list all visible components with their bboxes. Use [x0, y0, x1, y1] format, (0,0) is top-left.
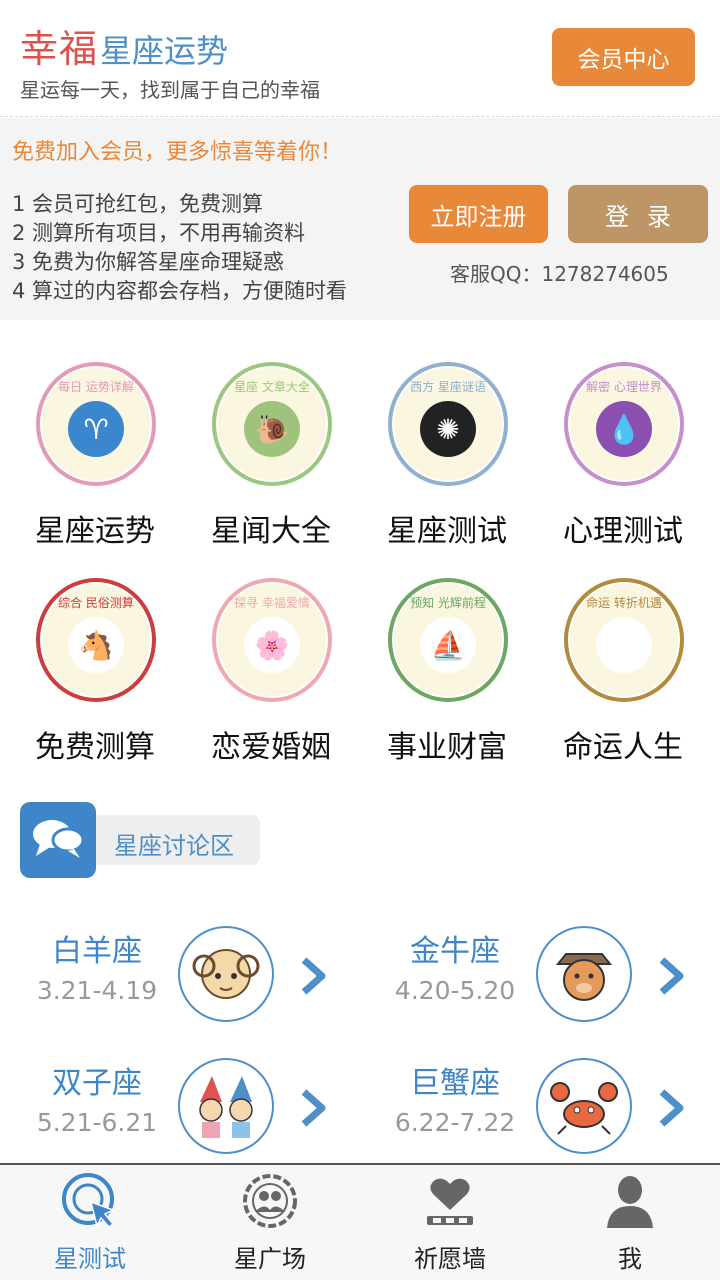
service-qq: 客服QQ：1278274605: [450, 262, 669, 286]
feature-free-reading[interactable]: 综合 民俗测算 🐴 免费测算: [0, 566, 176, 766]
feature-destiny-life[interactable]: 命运 转折机遇 ☸ 命运人生: [528, 566, 704, 766]
member-center-button[interactable]: 会员中心: [552, 28, 695, 86]
member-promo-title: 免费加入会员，更多惊喜等着你！: [12, 140, 343, 165]
feature-label: 星闻大全: [211, 514, 331, 549]
feature-medal: 星座 文章大全 🐌: [212, 362, 332, 486]
benefit-item: 2 测算所有项目，不用再输资料: [12, 221, 306, 245]
brand-sub-text: 星座运势: [100, 32, 229, 70]
tab-label: 我: [618, 1245, 642, 1273]
tab-wish-wall[interactable]: 祈愿墙: [360, 1165, 540, 1280]
heart-wall-icon: [420, 1171, 480, 1231]
tab-me[interactable]: 我: [540, 1165, 720, 1280]
feature-zodiac-test[interactable]: 西方 星座谜语 ✺ 星座测试: [352, 350, 528, 550]
login-button[interactable]: 登录: [568, 185, 708, 243]
zodiac-item-aries[interactable]: 白羊座 3.21-4.19: [22, 926, 362, 1036]
zodiac-dates: 3.21-4.19: [36, 976, 158, 1005]
feature-label: 命运人生: [563, 730, 683, 765]
zodiac-name: 白羊座: [52, 934, 142, 969]
app-header: 幸福 星座运势 星运每一天，找到属于自己的幸福 会员中心: [0, 0, 720, 117]
benefit-item: 1 会员可抢红包，免费测算: [12, 192, 264, 216]
medal-caption: 西方 星座谜语: [410, 380, 486, 394]
feature-medal: 综合 民俗测算 🐴: [36, 578, 156, 702]
feature-career-wealth[interactable]: 预知 光辉前程 ⛵ 事业财富: [352, 566, 528, 766]
benefit-item: 3 免费为你解答星座命理疑惑: [12, 250, 285, 274]
benefit-list: 1 会员可抢红包，免费测算 2 测算所有项目，不用再输资料 3 免费为你解答星座…: [12, 190, 347, 306]
feature-label: 心理测试: [563, 514, 683, 549]
ram-avatar: [178, 926, 274, 1022]
tab-label: 星广场: [234, 1245, 306, 1273]
feature-horoscope[interactable]: 每日 运势详解 ♈ 星座运势: [0, 350, 176, 550]
zodiac-dates: 4.20-5.20: [394, 976, 516, 1005]
medal-caption: 预知 光辉前程: [410, 596, 486, 610]
register-button[interactable]: 立即注册: [409, 185, 548, 243]
chevron-right-icon: [659, 1089, 684, 1127]
feature-label: 免费测算: [35, 730, 155, 765]
people-circle-icon: [240, 1171, 300, 1231]
tab-label: 祈愿墙: [414, 1245, 486, 1273]
tab-star-plaza[interactable]: 星广场: [180, 1165, 360, 1280]
zodiac-dates: 5.21-6.21: [36, 1108, 158, 1137]
medal-caption: 综合 民俗测算: [58, 596, 134, 610]
zodiac-item-cancer[interactable]: 巨蟹座 6.22-7.22: [380, 1058, 720, 1168]
brand-logo: 幸福 星座运势: [20, 18, 228, 73]
helm-wheel-icon: ☸: [596, 617, 652, 673]
zodiac-name: 双子座: [52, 1066, 142, 1101]
zodiac-dates: 6.22-7.22: [394, 1108, 516, 1137]
aries-icon: ♈: [68, 401, 124, 457]
feature-medal: 预知 光辉前程 ⛵: [388, 578, 508, 702]
feature-label: 星座运势: [35, 514, 155, 549]
zodiac-name: 金牛座: [410, 934, 500, 969]
feature-medal: 西方 星座谜语 ✺: [388, 362, 508, 486]
chat-bubbles-icon[interactable]: [20, 802, 96, 878]
flower-icon: 🌸: [244, 617, 300, 673]
feature-label: 星座测试: [387, 514, 507, 549]
zodiac-item-gemini[interactable]: 双子座 5.21-6.21: [22, 1058, 362, 1168]
bottom-navigation: 星测试 星广场 祈愿墙 我: [0, 1163, 720, 1280]
medal-caption: 解密 心理世界: [586, 380, 662, 394]
feature-medal: 命运 转折机遇 ☸: [564, 578, 684, 702]
target-cursor-icon: [60, 1171, 120, 1231]
feature-label: 事业财富: [387, 730, 507, 765]
purple-drop-icon: 💧: [596, 401, 652, 457]
member-promo-panel: 免费加入会员，更多惊喜等着你！ 1 会员可抢红包，免费测算 2 测算所有项目，不…: [0, 118, 720, 320]
feature-love-marriage[interactable]: 探寻 幸福爱情 🌸 恋爱婚姻: [176, 566, 352, 766]
brand-main-text: 幸福: [20, 27, 99, 71]
medal-caption: 命运 转折机遇: [586, 596, 662, 610]
tab-label: 星测试: [54, 1245, 126, 1273]
crab-avatar: [536, 1058, 632, 1154]
medal-caption: 探寻 幸福爱情: [234, 596, 310, 610]
zodiac-wheel-icon: ✺: [420, 401, 476, 457]
feature-medal: 探寻 幸福爱情 🌸: [212, 578, 332, 702]
horse-icon: 🐴: [68, 617, 124, 673]
tab-star-test[interactable]: 星测试: [0, 1165, 180, 1280]
user-icon: [600, 1171, 660, 1231]
sailboat-icon: ⛵: [420, 617, 476, 673]
medal-caption: 每日 运势详解: [58, 380, 134, 394]
chevron-right-icon: [301, 957, 326, 995]
discussion-label[interactable]: 星座讨论区: [114, 826, 234, 861]
slogan: 星运每一天，找到属于自己的幸福: [20, 78, 320, 102]
twins-avatar: [178, 1058, 274, 1154]
feature-psych-test[interactable]: 解密 心理世界 💧 心理测试: [528, 350, 704, 550]
medal-caption: 星座 文章大全: [234, 380, 310, 394]
chevron-right-icon: [659, 957, 684, 995]
benefit-item: 4 算过的内容都会存档，方便随时看: [12, 279, 348, 303]
zodiac-name: 巨蟹座: [410, 1066, 500, 1101]
snail-icon: 🐌: [244, 401, 300, 457]
bull-avatar: [536, 926, 632, 1022]
feature-medal: 解密 心理世界 💧: [564, 362, 684, 486]
feature-star-news[interactable]: 星座 文章大全 🐌 星闻大全: [176, 350, 352, 550]
feature-label: 恋爱婚姻: [211, 730, 331, 765]
feature-medal: 每日 运势详解 ♈: [36, 362, 156, 486]
zodiac-item-taurus[interactable]: 金牛座 4.20-5.20: [380, 926, 720, 1036]
chevron-right-icon: [301, 1089, 326, 1127]
